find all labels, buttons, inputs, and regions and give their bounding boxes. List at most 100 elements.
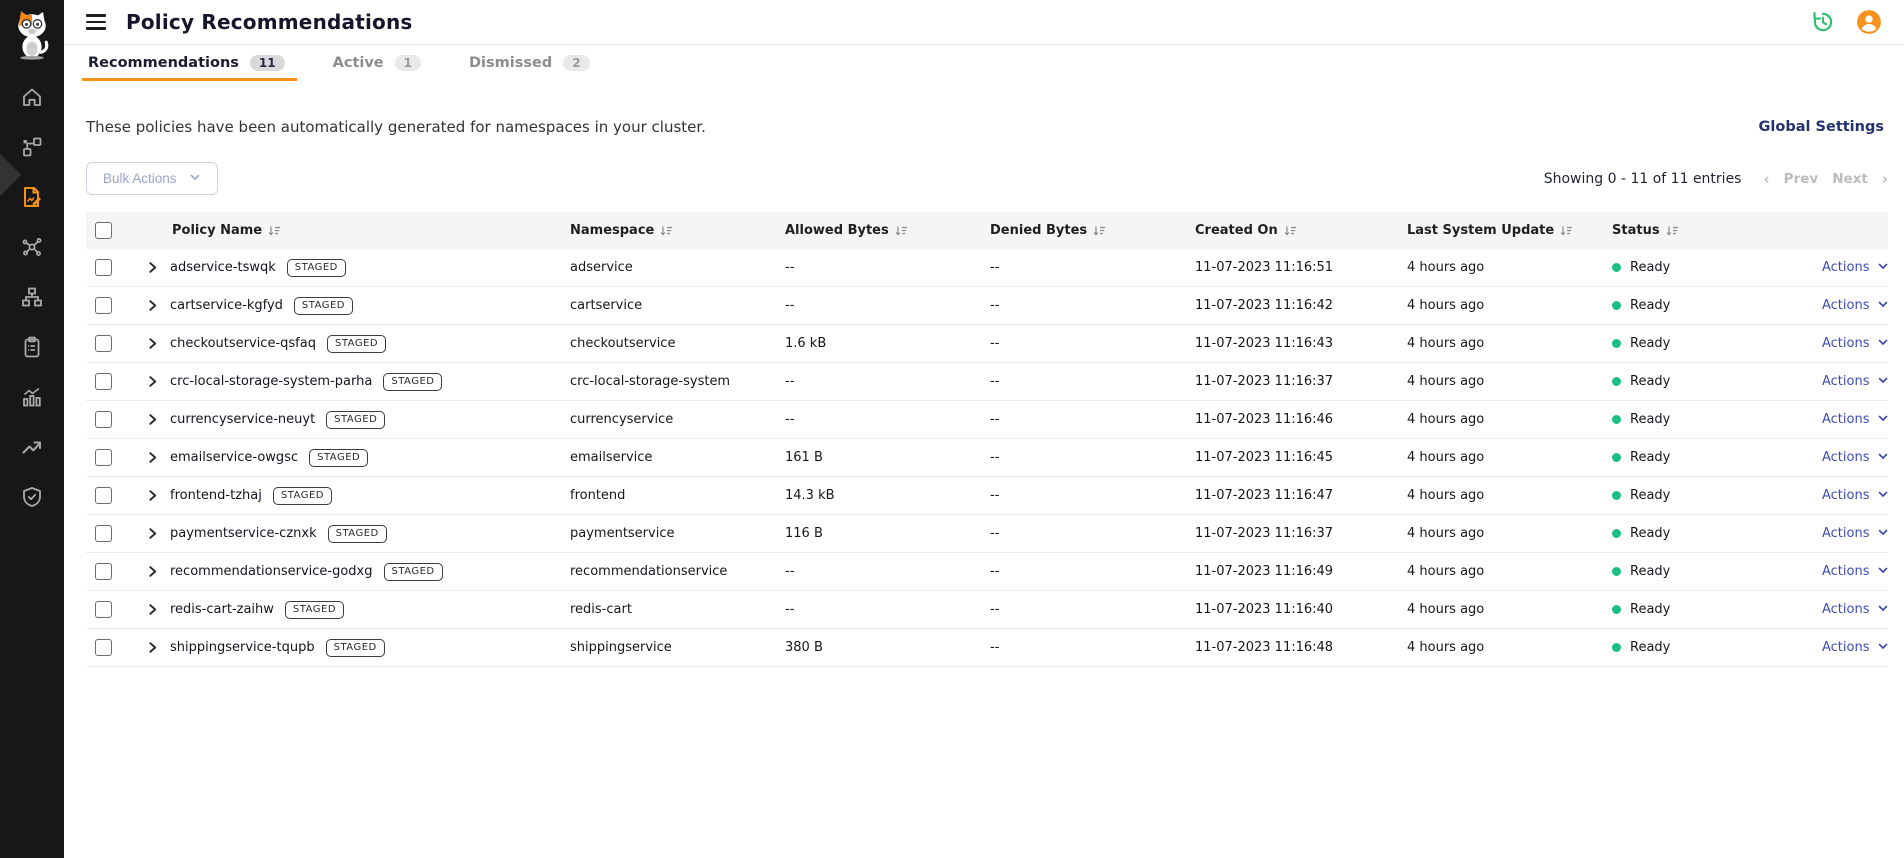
policy-name: recommendationservice-godxg: [170, 564, 373, 579]
allowed-bytes-cell: 116 B: [785, 526, 990, 541]
sidebar-item-home[interactable]: [19, 86, 45, 112]
row-checkbox[interactable]: [95, 259, 112, 276]
actions-menu[interactable]: Actions: [1822, 640, 1889, 656]
trending-up-icon: [20, 435, 44, 463]
sidebar-item-analytics[interactable]: [19, 386, 45, 412]
expand-chevron-icon[interactable]: [146, 299, 159, 312]
sidebar-item-security[interactable]: [19, 486, 45, 512]
bulk-actions-button[interactable]: Bulk Actions: [86, 162, 218, 195]
status-cell: Ready: [1612, 640, 1822, 655]
expand-chevron-icon[interactable]: [146, 489, 159, 502]
select-all-checkbox[interactable]: [95, 222, 112, 239]
description-text: These policies have been automatically g…: [86, 118, 706, 136]
col-last-system-update[interactable]: Last System Update: [1407, 223, 1554, 238]
denied-bytes-cell: --: [990, 640, 1195, 655]
staged-badge: STAGED: [287, 259, 346, 277]
actions-menu[interactable]: Actions: [1822, 412, 1889, 428]
policy-name: crc-local-storage-system-parha: [170, 374, 372, 389]
actions-menu[interactable]: Actions: [1822, 336, 1889, 352]
tab-active[interactable]: Active 1: [331, 45, 423, 81]
created-on-cell: 11-07-2023 11:16:48: [1195, 640, 1407, 655]
global-settings-link[interactable]: Global Settings: [1759, 119, 1884, 135]
col-allowed-bytes[interactable]: Allowed Bytes: [785, 223, 889, 238]
actions-menu[interactable]: Actions: [1822, 564, 1889, 580]
tab-dismissed[interactable]: Dismissed 2: [467, 45, 592, 81]
col-policy-name[interactable]: Policy Name: [172, 223, 262, 238]
policy-name: emailservice-owgsc: [170, 450, 298, 465]
sidebar-item-reports[interactable]: [19, 336, 45, 362]
actions-label: Actions: [1822, 298, 1870, 313]
row-checkbox[interactable]: [95, 411, 112, 428]
last-update-cell: 4 hours ago: [1407, 336, 1612, 351]
expand-chevron-icon[interactable]: [146, 413, 159, 426]
prev-chevron-icon[interactable]: ‹: [1763, 170, 1769, 188]
actions-menu[interactable]: Actions: [1822, 488, 1889, 504]
actions-menu[interactable]: Actions: [1822, 602, 1889, 618]
sidebar-item-hierarchy[interactable]: [19, 286, 45, 312]
expand-chevron-icon[interactable]: [146, 451, 159, 464]
col-created-on[interactable]: Created On: [1195, 223, 1278, 238]
status-cell: Ready: [1612, 450, 1822, 465]
policy-name: redis-cart-zaihw: [170, 602, 274, 617]
expand-chevron-icon[interactable]: [146, 603, 159, 616]
namespace-cell: recommendationservice: [570, 564, 785, 579]
table-row: paymentservice-cznxk STAGED paymentservi…: [86, 515, 1888, 553]
allowed-bytes-cell: --: [785, 602, 990, 617]
created-on-cell: 11-07-2023 11:16:46: [1195, 412, 1407, 427]
chevron-down-icon: [1877, 336, 1889, 352]
sidebar-item-policies[interactable]: [19, 186, 45, 212]
network-nodes-icon: [20, 235, 44, 263]
expand-chevron-icon[interactable]: [146, 565, 159, 578]
clipboard-icon: [20, 335, 44, 363]
tab-count-badge: 2: [563, 55, 589, 71]
row-checkbox[interactable]: [95, 525, 112, 542]
expand-chevron-icon[interactable]: [146, 527, 159, 540]
namespace-cell: redis-cart: [570, 602, 785, 617]
next-button[interactable]: Next: [1832, 171, 1868, 187]
status-cell: Ready: [1612, 564, 1822, 579]
row-checkbox[interactable]: [95, 563, 112, 580]
bulk-actions-label: Bulk Actions: [103, 171, 177, 186]
sidebar-item-network-graph[interactable]: [19, 236, 45, 262]
expand-chevron-icon[interactable]: [146, 375, 159, 388]
actions-menu[interactable]: Actions: [1822, 298, 1889, 314]
expand-chevron-icon[interactable]: [146, 261, 159, 274]
status-cell: Ready: [1612, 336, 1822, 351]
actions-menu[interactable]: Actions: [1822, 374, 1889, 390]
row-checkbox[interactable]: [95, 335, 112, 352]
tab-label: Active: [333, 55, 384, 71]
row-checkbox[interactable]: [95, 487, 112, 504]
hamburger-menu-icon[interactable]: [86, 14, 106, 30]
analytics-icon: [20, 385, 44, 413]
row-checkbox[interactable]: [95, 601, 112, 618]
next-chevron-icon[interactable]: ›: [1882, 170, 1888, 188]
user-avatar-icon[interactable]: [1856, 9, 1882, 35]
actions-label: Actions: [1822, 374, 1870, 389]
last-update-cell: 4 hours ago: [1407, 412, 1612, 427]
row-checkbox[interactable]: [95, 639, 112, 656]
actions-menu[interactable]: Actions: [1822, 450, 1889, 466]
col-namespace[interactable]: Namespace: [570, 223, 654, 238]
sidebar-item-trends[interactable]: [19, 436, 45, 462]
history-icon[interactable]: [1810, 9, 1836, 35]
row-checkbox[interactable]: [95, 297, 112, 314]
status-label: Ready: [1630, 374, 1670, 389]
prev-button[interactable]: Prev: [1784, 171, 1819, 187]
status-dot-icon: [1612, 301, 1621, 310]
last-update-cell: 4 hours ago: [1407, 564, 1612, 579]
expand-chevron-icon[interactable]: [146, 337, 159, 350]
col-denied-bytes[interactable]: Denied Bytes: [990, 223, 1087, 238]
col-status[interactable]: Status: [1612, 223, 1660, 238]
sidebar-item-topology[interactable]: [19, 136, 45, 162]
chevron-down-icon: [1877, 412, 1889, 428]
chevron-down-icon: [1877, 260, 1889, 276]
actions-menu[interactable]: Actions: [1822, 260, 1889, 276]
tab-recommendations[interactable]: Recommendations 11: [86, 45, 287, 81]
row-checkbox[interactable]: [95, 373, 112, 390]
expand-chevron-icon[interactable]: [146, 641, 159, 654]
last-update-cell: 4 hours ago: [1407, 260, 1612, 275]
table-row: emailservice-owgsc STAGED emailservice 1…: [86, 439, 1888, 477]
denied-bytes-cell: --: [990, 336, 1195, 351]
actions-menu[interactable]: Actions: [1822, 526, 1889, 542]
row-checkbox[interactable]: [95, 449, 112, 466]
